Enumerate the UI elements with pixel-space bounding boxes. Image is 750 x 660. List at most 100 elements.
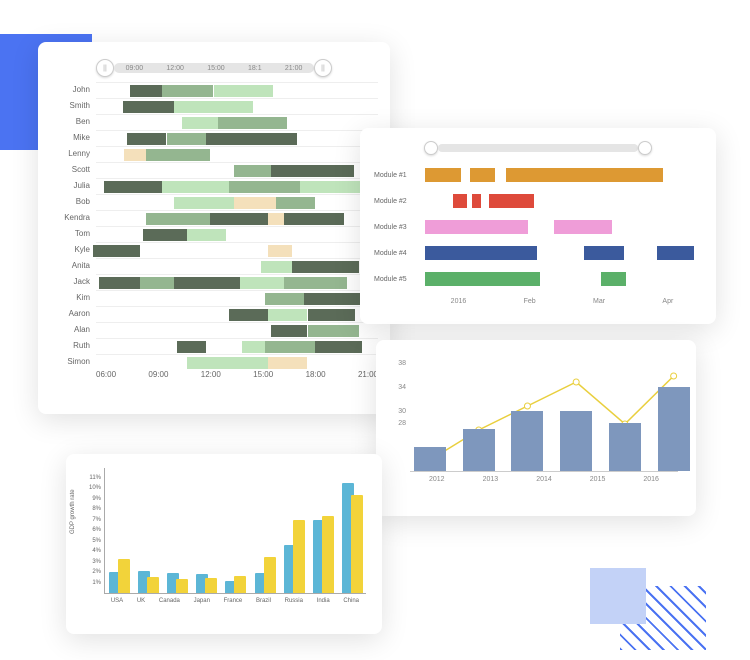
gdp-bar[interactable] [147,577,159,593]
gantt-bar[interactable] [268,213,284,225]
gantt-bar[interactable] [174,101,252,113]
gantt-row-label: Kendra [50,210,96,226]
gantt-bar[interactable] [104,181,162,193]
gantt-bar[interactable] [210,213,268,225]
gdp-bar[interactable] [118,559,130,593]
gantt-bar[interactable] [284,213,344,225]
gantt-row [96,306,378,322]
gantt-bar[interactable] [162,85,214,97]
gantt-bar[interactable] [187,357,268,369]
gantt-bar[interactable] [265,293,304,305]
gantt-bar[interactable] [276,197,315,209]
gantt-bar[interactable] [99,277,140,289]
module-bar[interactable] [453,194,467,208]
module-label: Module #4 [374,250,422,257]
gantt-bar[interactable] [146,149,210,161]
gantt-row [96,194,378,210]
gantt-row-label: Scott [50,162,96,178]
gdp-bar[interactable] [351,495,363,593]
gantt-bar[interactable] [146,213,210,225]
gantt-bar[interactable] [143,229,187,241]
gantt-bar[interactable] [182,117,218,129]
gantt-bar[interactable] [229,181,300,193]
module-bar[interactable] [472,194,480,208]
gantt-bar[interactable] [271,165,354,177]
gantt-bar[interactable] [234,165,272,177]
gantt-bar[interactable] [167,133,206,145]
module-label: Module #1 [374,172,422,179]
modules-slider[interactable] [424,142,652,154]
gantt-bar[interactable] [130,85,161,97]
module-bar[interactable] [470,168,495,182]
gantt-bar[interactable] [187,229,226,241]
slider-track[interactable]: 09:0012:0015:0018:121:00 [114,63,314,73]
module-bar[interactable] [554,220,613,234]
combo-bar[interactable] [560,411,592,471]
slider-handle-right[interactable]: || [314,59,332,77]
gantt-row-label: Smith [50,98,96,114]
gdp-bar[interactable] [293,520,305,594]
gantt-bar[interactable] [93,245,140,257]
gantt-bar[interactable] [127,133,166,145]
gantt-bar[interactable] [218,117,287,129]
gantt-bar[interactable] [304,293,365,305]
gdp-bar[interactable] [205,578,217,593]
gdp-bar[interactable] [234,576,246,593]
gdp-bar[interactable] [176,579,188,593]
module-bar[interactable] [425,168,461,182]
slider-track[interactable] [438,144,638,152]
gantt-bar[interactable] [206,133,297,145]
gantt-row [96,274,378,290]
gantt-bar[interactable] [124,149,146,161]
slider-handle-left[interactable] [424,141,438,155]
gantt-bar[interactable] [284,277,347,289]
gantt-bar[interactable] [268,309,307,321]
gantt-bar[interactable] [162,181,229,193]
gantt-bar[interactable] [123,101,175,113]
module-row: Module #4 [374,240,702,266]
module-bar[interactable] [657,246,693,260]
combo-bar[interactable] [414,447,446,471]
module-bar[interactable] [506,168,663,182]
gantt-row-label: Kim [50,290,96,306]
gantt-bar[interactable] [174,277,240,289]
combo-bar[interactable] [511,411,543,471]
gantt-bar[interactable] [315,341,362,353]
gantt-bar[interactable] [240,277,284,289]
module-bar[interactable] [484,272,540,286]
module-bar[interactable] [425,220,529,234]
slider-handle-left[interactable]: || [96,59,114,77]
combo-bar[interactable] [658,387,690,471]
module-bar[interactable] [601,272,626,286]
slider-handle-right[interactable] [638,141,652,155]
gantt-bar[interactable] [229,309,268,321]
combo-bar[interactable] [609,423,641,471]
module-bar[interactable] [425,272,484,286]
module-bar[interactable] [425,246,537,260]
gantt-bar[interactable] [177,341,205,353]
gantt-bar[interactable] [271,325,307,337]
gantt-bar[interactable] [308,309,355,321]
gantt-bar[interactable] [268,357,307,369]
gantt-row [96,322,378,338]
gantt-time-slider[interactable]: || 09:0012:0015:0018:121:00 || [96,60,332,76]
gantt-row-label: Julia [50,178,96,194]
combo-bar[interactable] [463,429,495,471]
gdp-bar[interactable] [322,516,334,593]
module-bar[interactable] [489,194,534,208]
gantt-row [96,226,378,242]
gantt-bar[interactable] [140,277,174,289]
gantt-bar[interactable] [234,197,276,209]
combo-x-axis: 20122013201420152016 [410,476,678,483]
gantt-bar[interactable] [242,341,266,353]
gantt-bar[interactable] [214,85,274,97]
module-bar[interactable] [584,246,623,260]
gantt-bar[interactable] [265,341,315,353]
gantt-bar[interactable] [261,261,292,273]
gantt-bar[interactable] [174,197,234,209]
gantt-row [96,290,378,306]
gantt-bar[interactable] [292,261,359,273]
gantt-bar[interactable] [308,325,360,337]
gantt-bar[interactable] [268,245,292,257]
gdp-bar[interactable] [264,557,276,593]
